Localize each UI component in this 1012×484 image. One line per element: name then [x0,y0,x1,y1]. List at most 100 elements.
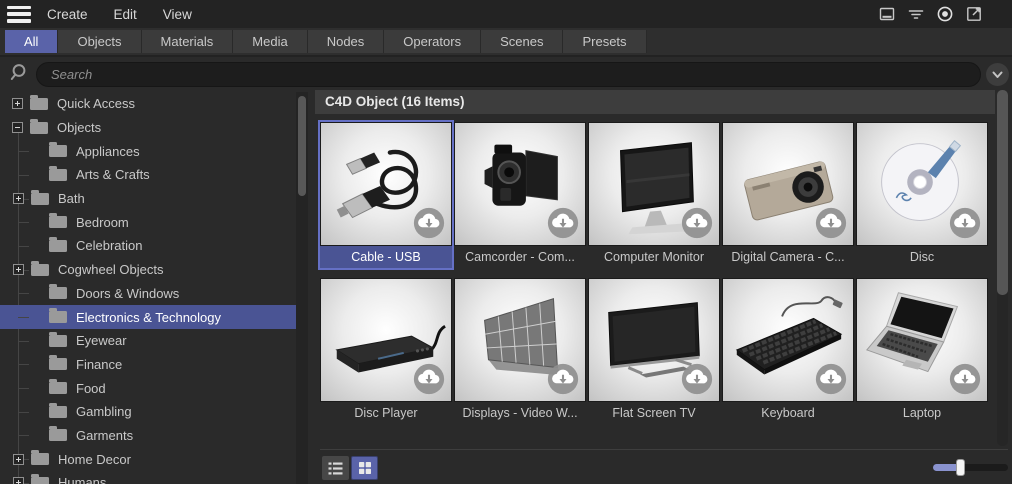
tree-item-bath[interactable]: Bath [0,187,296,211]
tree-item-doors-windows[interactable]: Doors & Windows [0,282,296,306]
category-tabs: All Objects Materials Media Nodes Operat… [0,28,1012,57]
asset-name: Laptop [856,402,988,424]
slider-handle[interactable] [956,459,965,476]
tree-item-cogwheel-objects[interactable]: Cogwheel Objects [0,258,296,282]
folder-icon [49,429,67,441]
download-cloud-icon[interactable] [412,206,446,240]
asset-tile-computer-monitor[interactable]: Computer Monitor [588,122,720,268]
tab-materials[interactable]: Materials [142,30,234,53]
tab-scenes[interactable]: Scenes [481,30,563,53]
download-cloud-icon[interactable] [814,362,848,396]
asset-thumbnail [856,278,988,402]
tab-operators[interactable]: Operators [384,30,481,53]
tree-item-gambling[interactable]: Gambling [0,400,296,424]
filter-icon[interactable] [906,4,926,24]
asset-name: Keyboard [722,402,854,424]
expand-plus-icon[interactable] [13,264,24,275]
asset-thumbnail [588,122,720,246]
asset-name: Disc [856,246,988,268]
tree-item-appliances[interactable]: Appliances [0,139,296,163]
folder-icon [49,406,67,418]
asset-thumbnail [722,278,854,402]
tree-scrollbar[interactable] [296,92,308,484]
folder-icon [49,240,67,252]
download-cloud-icon[interactable] [546,362,580,396]
collapse-minus-icon[interactable] [12,122,23,133]
download-cloud-icon[interactable] [814,206,848,240]
asset-tile-flat-screen-tv[interactable]: Flat Screen TV [588,278,720,424]
download-cloud-icon[interactable] [680,362,714,396]
menu-view[interactable]: View [163,7,192,22]
download-cloud-icon[interactable] [546,206,580,240]
folder-icon [31,264,49,276]
asset-name: Cable - USB [320,246,452,268]
asset-thumbnail [454,122,586,246]
tree-item-label: Humans [58,475,106,484]
tab-presets[interactable]: Presets [563,30,646,53]
tab-all[interactable]: All [5,30,58,53]
tree-item-label: Home Decor [58,452,131,467]
tree-item-label: Cogwheel Objects [58,262,164,277]
asset-tile-disc-player[interactable]: Disc Player [320,278,452,424]
thumbnail-size-slider[interactable] [933,464,1008,471]
asset-thumbnail [588,278,720,402]
content-scrollbar-thumb[interactable] [997,90,1008,295]
tab-objects[interactable]: Objects [58,30,141,53]
asset-tile-cable-usb[interactable]: Cable - USB [320,122,452,268]
asset-tile-video-wall[interactable]: Displays - Video W... [454,278,586,424]
menu-create[interactable]: Create [47,7,88,22]
asset-tile-digital-camera[interactable]: Digital Camera - C... [722,122,854,268]
tree-item-home-decor[interactable]: Home Decor [0,447,296,471]
download-cloud-icon[interactable] [412,362,446,396]
expand-plus-icon[interactable] [12,98,23,109]
asset-tile-laptop[interactable]: Laptop [856,278,988,424]
tree-item-electronics-technology[interactable]: Electronics & Technology [0,305,296,329]
tree-item-label: Appliances [76,144,140,159]
expand-plus-icon[interactable] [13,193,24,204]
tree-item-food[interactable]: Food [0,376,296,400]
tree-item-label: Gambling [76,404,132,419]
asset-tile-camcorder[interactable]: Camcorder - Com... [454,122,586,268]
tree-item-finance[interactable]: Finance [0,353,296,377]
tree-item-arts-crafts[interactable]: Arts & Crafts [0,163,296,187]
asset-name: Disc Player [320,402,452,424]
tree-item-quick-access[interactable]: Quick Access [0,92,296,116]
folder-icon [49,216,67,228]
expand-plus-icon[interactable] [13,454,24,465]
asset-tile-keyboard[interactable]: Keyboard [722,278,854,424]
asset-thumbnail [320,122,452,246]
chevron-down-icon[interactable] [986,63,1009,86]
download-cloud-icon[interactable] [948,362,982,396]
tree-item-eyewear[interactable]: Eyewear [0,329,296,353]
asset-tile-disc[interactable]: Disc [856,122,988,268]
asset-thumbnail [856,122,988,246]
search-input[interactable] [36,62,981,87]
tree-scrollbar-thumb[interactable] [298,96,306,196]
folder-icon [31,477,49,484]
hamburger-menu-icon[interactable] [7,6,31,23]
tree-item-label: Eyewear [76,333,127,348]
asset-name: Computer Monitor [588,246,720,268]
popout-icon[interactable] [964,4,984,24]
tree-item-garments[interactable]: Garments [0,424,296,448]
menu-edit[interactable]: Edit [114,7,137,22]
content-scrollbar[interactable] [997,90,1008,446]
tree-item-humans[interactable]: Humans [0,471,296,484]
tree-item-objects[interactable]: Objects [0,116,296,140]
folder-icon [49,358,67,370]
tab-media[interactable]: Media [233,30,307,53]
folder-icon [49,335,67,347]
list-view-button[interactable] [322,456,349,480]
download-cloud-icon[interactable] [680,206,714,240]
tab-nodes[interactable]: Nodes [308,30,385,53]
expand-plus-icon[interactable] [13,477,24,484]
asset-name: Displays - Video W... [454,402,586,424]
search-bar [0,57,1012,92]
download-cloud-icon[interactable] [948,206,982,240]
record-icon[interactable] [935,4,955,24]
tree-item-bedroom[interactable]: Bedroom [0,210,296,234]
panel-icon[interactable] [877,4,897,24]
tree-item-celebration[interactable]: Celebration [0,234,296,258]
grid-view-button[interactable] [351,456,378,480]
folder-icon [30,98,48,110]
